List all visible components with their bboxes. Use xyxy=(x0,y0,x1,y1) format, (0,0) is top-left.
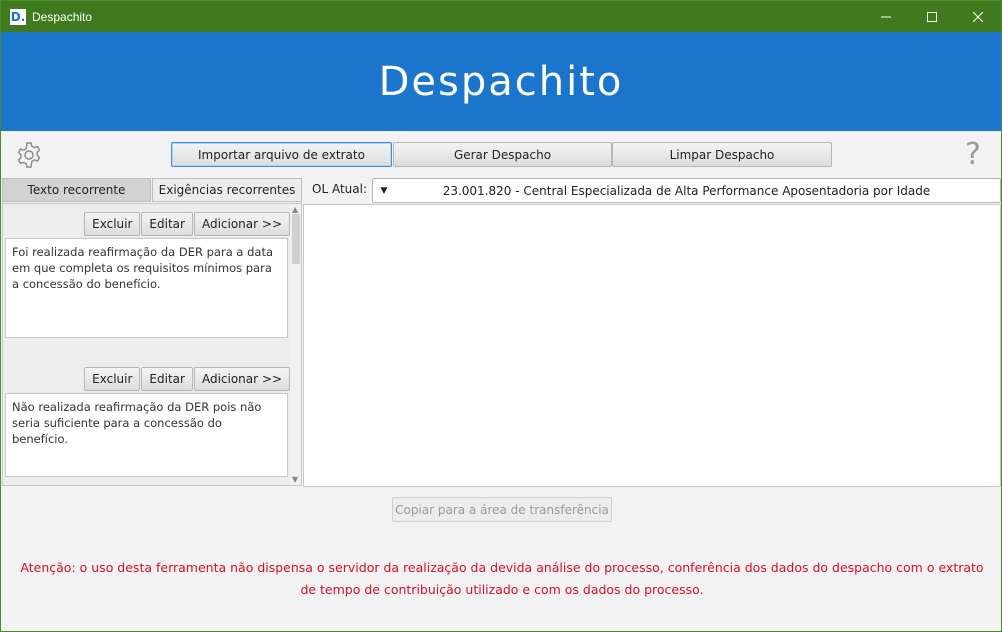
minimize-button[interactable] xyxy=(863,1,909,32)
add-button[interactable]: Adicionar >> xyxy=(193,367,290,391)
scroll-up-icon[interactable]: ▲ xyxy=(292,205,298,214)
window-controls xyxy=(863,1,1001,32)
import-extract-button[interactable]: Importar arquivo de extrato xyxy=(171,142,392,167)
ol-label: OL Atual: xyxy=(312,182,367,196)
title-bar[interactable]: D. Despachito xyxy=(1,1,1001,32)
banner-title: Despachito xyxy=(378,58,624,105)
tab-exigencias-recorrentes[interactable]: Exigências recorrentes xyxy=(152,178,302,202)
recurring-text-list[interactable]: Excluir Editar Adicionar >> Foi realizad… xyxy=(2,203,302,486)
close-icon xyxy=(973,11,983,22)
warning-message: Atenção: o uso desta ferramenta não disp… xyxy=(20,560,984,597)
recurring-text-content[interactable]: Foi realizada reafirmação da DER para a … xyxy=(5,238,288,338)
delete-button[interactable]: Excluir xyxy=(84,367,141,391)
vertical-scrollbar[interactable]: ▲ ▼ xyxy=(290,204,301,485)
maximize-icon xyxy=(927,11,937,22)
header-banner: Despachito xyxy=(1,32,1001,131)
add-button[interactable]: Adicionar >> xyxy=(193,212,290,236)
ol-dropdown[interactable]: ▼ 23.001.820 - Central Especializada de … xyxy=(372,178,1001,203)
copy-to-clipboard-button[interactable]: Copiar para a área de transferência xyxy=(392,497,612,522)
tab-texto-recorrente[interactable]: Texto recorrente xyxy=(2,178,151,202)
chevron-down-icon: ▼ xyxy=(380,185,388,196)
recurring-text-content[interactable]: Não realizada reafirmação da DER pois nã… xyxy=(5,393,288,477)
clear-despacho-button[interactable]: Limpar Despacho xyxy=(612,142,832,167)
close-button[interactable] xyxy=(955,1,1001,32)
scroll-thumb[interactable] xyxy=(292,214,300,264)
help-icon[interactable]: ? xyxy=(965,139,991,171)
item-actions: Excluir Editar Adicionar >> xyxy=(83,367,290,391)
item-actions: Excluir Editar Adicionar >> xyxy=(83,212,290,236)
window-title: Despachito xyxy=(32,9,93,24)
edit-button[interactable]: Editar xyxy=(141,212,193,236)
scroll-down-icon[interactable]: ▼ xyxy=(292,475,298,484)
delete-button[interactable]: Excluir xyxy=(84,212,141,236)
minimize-icon xyxy=(881,16,891,17)
ol-selected-value: 23.001.820 - Central Especializada de Al… xyxy=(442,183,931,198)
toolbar: Importar arquivo de extrato Gerar Despac… xyxy=(1,131,1001,177)
app-logo-icon: D. xyxy=(10,8,26,25)
generate-despacho-button[interactable]: Gerar Despacho xyxy=(393,142,612,167)
maximize-button[interactable] xyxy=(909,1,955,32)
despacho-output-area[interactable] xyxy=(303,204,1001,487)
edit-button[interactable]: Editar xyxy=(141,367,193,391)
app-window: D. Despachito Despachito Importar arquiv… xyxy=(0,0,1002,632)
gear-icon[interactable] xyxy=(15,141,43,169)
